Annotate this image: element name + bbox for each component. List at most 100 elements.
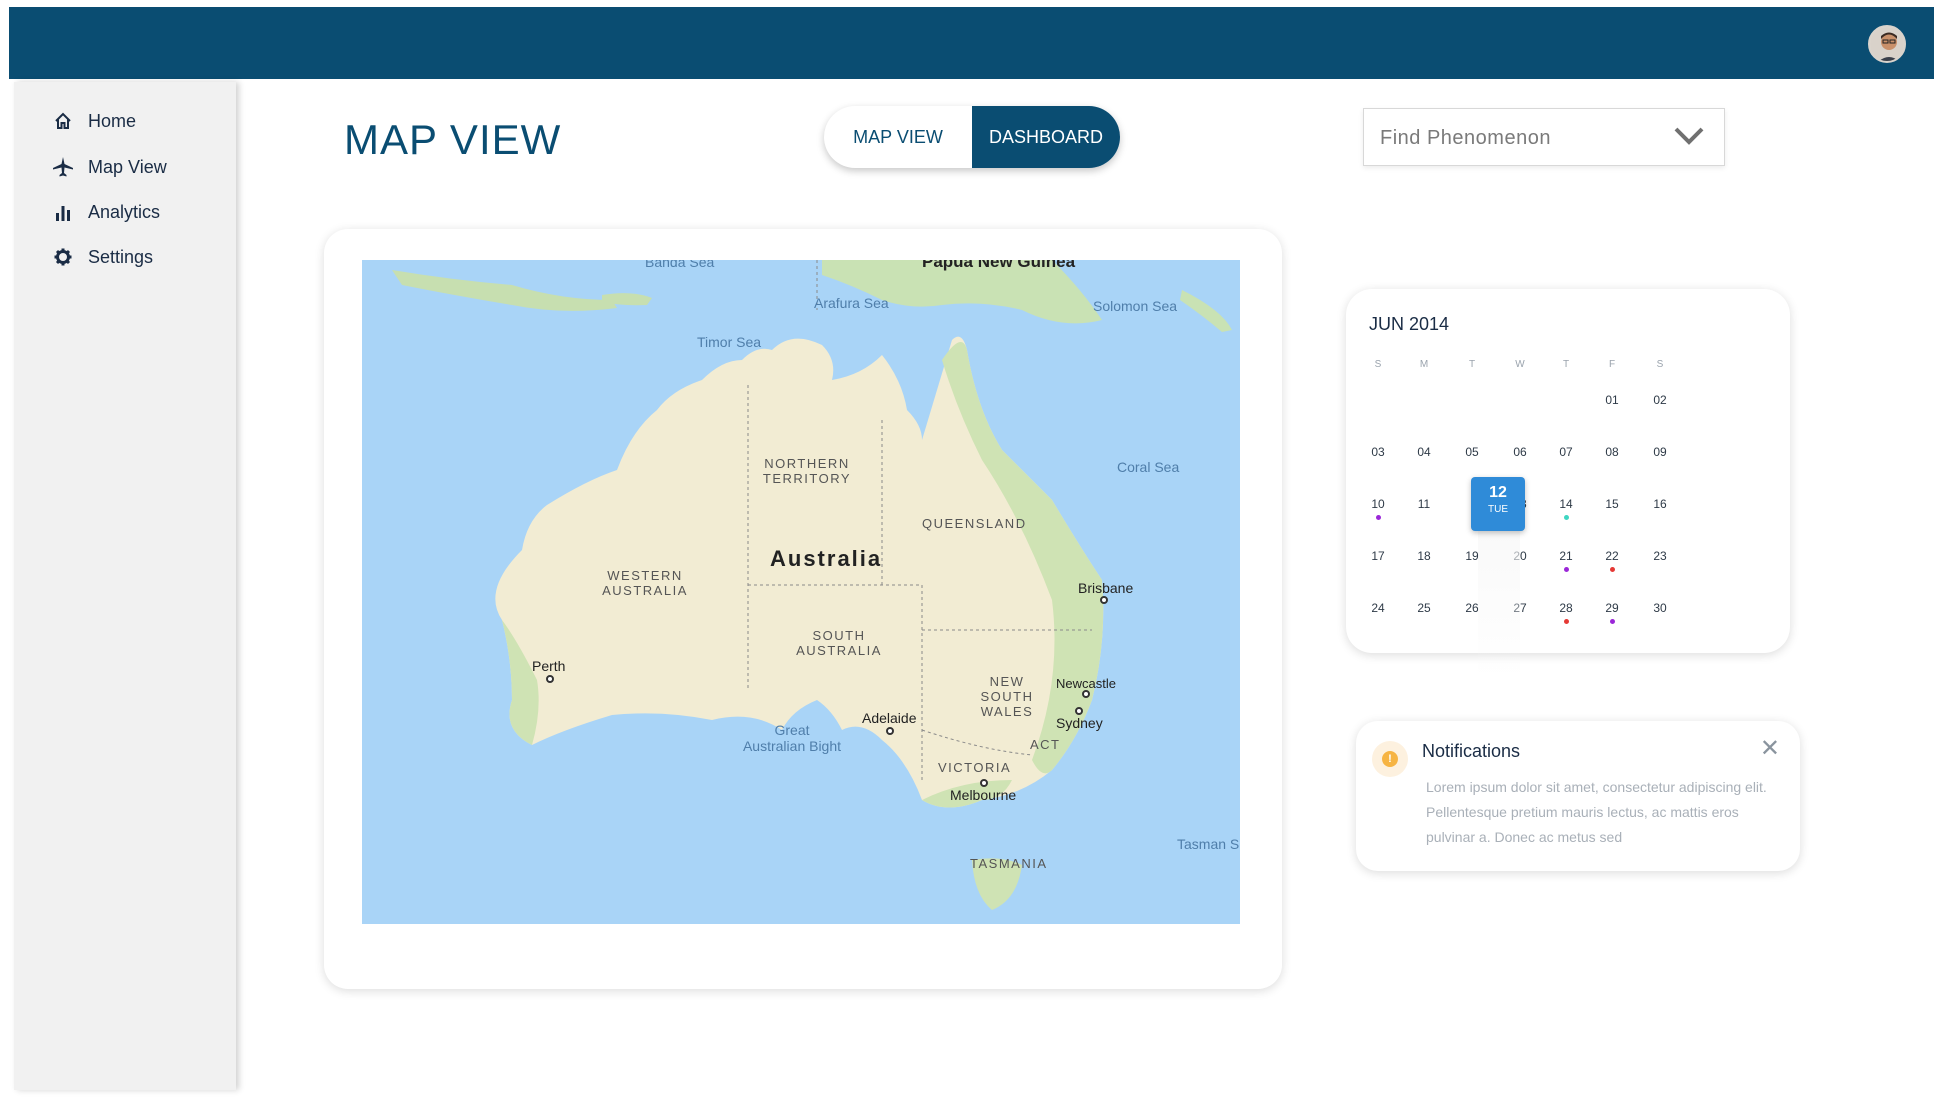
sea-label: Solomon Sea (1093, 298, 1178, 314)
view-toggle: MAP VIEW DASHBOARD (824, 106, 1120, 168)
region-label: WESTERN AUSTRALIA (602, 568, 688, 598)
calendar-day[interactable]: 30 (1640, 601, 1680, 615)
home-icon (52, 110, 74, 132)
weekday-header: M (1419, 359, 1429, 370)
calendar-day[interactable]: 18 (1404, 549, 1444, 563)
australia-map[interactable]: Banda Sea Papua New Guinea Arafura Sea T… (362, 260, 1240, 924)
calendar-widget: JUN 2014 SMTWTFS010203040506070809101113… (1346, 289, 1790, 653)
sea-label: Coral Sea (1117, 459, 1180, 475)
region-label: QUEENSLAND (922, 516, 1027, 531)
sidebar-item-map-view[interactable]: Map View (52, 156, 167, 178)
sidebar-item-label: Map View (88, 156, 167, 177)
calendar-day[interactable]: 14 (1546, 497, 1586, 520)
dashboard-toggle-option[interactable]: DASHBOARD (972, 106, 1120, 168)
city-label: Melbourne (950, 787, 1017, 803)
city-label: Adelaide (862, 710, 917, 726)
calendar-day[interactable]: 03 (1358, 445, 1398, 459)
sea-label: Great Australian Bight (742, 722, 842, 754)
event-dot (1376, 515, 1381, 520)
airplane-icon (52, 156, 74, 178)
calendar-day[interactable]: 29 (1592, 601, 1632, 624)
selected-day-weekday: TUE (1488, 504, 1508, 515)
calendar-day[interactable]: 17 (1358, 549, 1398, 563)
event-dot (1564, 619, 1569, 624)
dropdown-placeholder: Find Phenomenon (1380, 127, 1551, 149)
city-marker[interactable] (886, 727, 894, 735)
sea-label: Banda Sea (645, 260, 715, 270)
calendar-day[interactable]: 10 (1358, 497, 1398, 520)
sidebar-item-label: Settings (88, 246, 154, 267)
region-label: NEW SOUTH WALES (980, 674, 1034, 719)
weekday-header: S (1374, 359, 1382, 370)
selected-day-number: 12 (1489, 484, 1507, 501)
sidebar-item-analytics[interactable]: Analytics (52, 201, 160, 223)
sea-label: Tasman S (1177, 836, 1240, 852)
calendar-day[interactable]: 06 (1500, 445, 1540, 459)
calendar-day[interactable]: 05 (1452, 445, 1492, 459)
calendar-day[interactable]: 02 (1640, 393, 1680, 407)
weekday-header: S (1656, 359, 1664, 370)
region-label: VICTORIA (938, 760, 1012, 775)
chevron-down-icon (1674, 125, 1704, 152)
page-title: MAP VIEW (344, 116, 562, 163)
city-marker[interactable] (1100, 596, 1108, 604)
calendar-day[interactable]: 16 (1640, 497, 1680, 511)
calendar-day[interactable]: 01 (1592, 393, 1632, 407)
event-dot (1610, 619, 1615, 624)
selected-day[interactable]: 12 TUE (1471, 477, 1525, 531)
city-marker[interactable] (1075, 707, 1083, 715)
user-avatar[interactable] (1868, 25, 1906, 63)
calendar-day[interactable]: 09 (1640, 445, 1680, 459)
notification-card: ! Notifications ✕ Lorem ipsum dolor sit … (1356, 721, 1800, 871)
map-card: Banda Sea Papua New Guinea Arafura Sea T… (324, 229, 1282, 989)
sidebar-item-home[interactable]: Home (52, 110, 136, 132)
sea-label: Arafura Sea (814, 295, 889, 311)
city-marker[interactable] (1082, 690, 1090, 698)
event-dot (1564, 567, 1569, 572)
notification-title: Notifications (1422, 741, 1521, 761)
weekday-header: T (1562, 359, 1570, 370)
city-label: Sydney (1056, 715, 1103, 731)
city-marker[interactable] (980, 779, 988, 787)
bar-chart-icon (52, 201, 74, 223)
city-label: Newcastle (1056, 676, 1116, 691)
calendar-day[interactable]: 28 (1546, 601, 1586, 624)
calendar-day[interactable]: 22 (1592, 549, 1632, 572)
find-phenomenon-dropdown[interactable]: Find Phenomenon (1363, 108, 1725, 166)
calendar-day[interactable]: 23 (1640, 549, 1680, 563)
event-dot (1564, 515, 1569, 520)
calendar-day[interactable]: 15 (1592, 497, 1632, 511)
notification-body: Lorem ipsum dolor sit amet, consectetur … (1426, 779, 1767, 845)
calendar-day[interactable]: 08 (1592, 445, 1632, 459)
region-label: SOUTH AUSTRALIA (796, 628, 882, 658)
weekday-header: T (1468, 359, 1476, 370)
png-label: Papua New Guinea (922, 260, 1076, 271)
country-label: Australia (770, 546, 883, 571)
user-avatar-icon (1870, 27, 1904, 61)
sidebar-item-label: Home (88, 110, 137, 131)
city-label: Brisbane (1078, 580, 1134, 596)
gear-icon (52, 246, 74, 268)
weekday-header: F (1608, 359, 1616, 370)
sidebar-item-settings[interactable]: Settings (52, 246, 153, 268)
map-view-toggle-option[interactable]: MAP VIEW (824, 106, 972, 168)
calendar-day[interactable]: 25 (1404, 601, 1444, 615)
calendar-day[interactable]: 11 (1404, 497, 1444, 511)
region-label: NORTHERN TERRITORY (762, 456, 852, 486)
sidebar: Home Map View Analytics Settings (14, 82, 236, 1090)
region-label: ACT (1030, 737, 1061, 752)
sidebar-item-label: Analytics (88, 201, 161, 222)
calendar-day[interactable]: 04 (1404, 445, 1444, 459)
close-icon[interactable]: ✕ (1760, 737, 1780, 761)
calendar-day[interactable]: 24 (1358, 601, 1398, 615)
city-label: Perth (532, 658, 566, 674)
city-marker[interactable] (546, 675, 554, 683)
calendar-day[interactable]: 07 (1546, 445, 1586, 459)
top-bar (9, 7, 1934, 79)
calendar-month-title: JUN 2014 (1369, 314, 1450, 334)
sea-label: Timor Sea (697, 334, 762, 350)
weekday-header: W (1515, 359, 1525, 370)
calendar-day[interactable]: 21 (1546, 549, 1586, 572)
event-dot (1610, 567, 1615, 572)
region-label: TASMANIA (970, 856, 1048, 871)
